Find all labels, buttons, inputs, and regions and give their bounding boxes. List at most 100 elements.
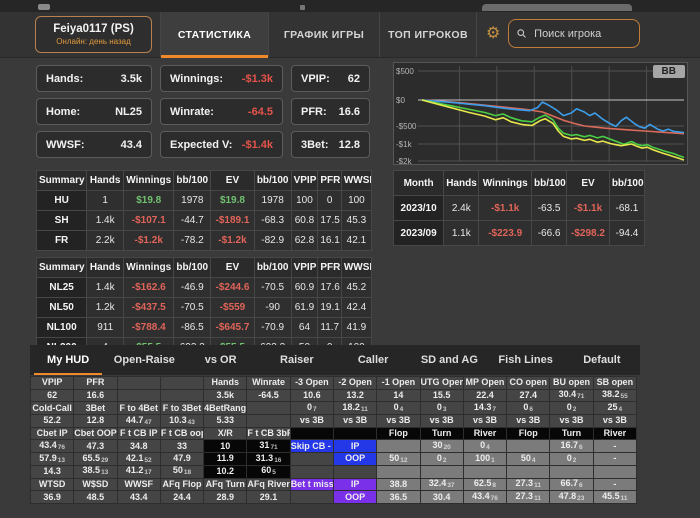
hud-cell: CO open (506, 376, 551, 390)
hud-cell: 48.5 (73, 490, 118, 504)
y-axis-tick-label: -$2k (396, 157, 413, 164)
hud-tab-my-hud[interactable]: My HUD (30, 345, 106, 375)
hud-cell: 45.511 (592, 490, 638, 504)
table-cell: -$298.2 (566, 220, 610, 246)
hud-cell: 27.311 (506, 477, 551, 492)
hud-cell: OOP (332, 452, 378, 466)
header-bar: Feiya0117 (PS) Онлайн: день назад СТАТИС… (0, 12, 700, 58)
hud-cell: Skip CB - F (289, 439, 334, 454)
hud-cell: 28.9 (203, 490, 248, 504)
hud-cell-empty (289, 464, 334, 479)
hud-cell: 605 (246, 464, 291, 479)
hud-cell-empty (506, 464, 551, 479)
hud-cell: 27.4 (506, 388, 551, 403)
stat-box-3bet: 3Bet: 12.8 (291, 131, 370, 158)
hud-cell: 47.3 (73, 439, 118, 454)
hud-cell-empty (462, 464, 508, 479)
table-cell: -86.5 (173, 317, 212, 338)
table-cell: -70.5 (173, 297, 212, 318)
search-box[interactable] (508, 19, 640, 48)
hud-tab-open-raise[interactable]: Open-Raise (106, 345, 182, 375)
hud-cell: 02 (549, 401, 594, 416)
hud-tab-caller[interactable]: Caller (335, 345, 411, 375)
month-row: 2023/10 2.4k -$1.1k -63.5 -$1.1k -68.1 (392, 195, 646, 221)
y-axis-tick-label: -$500 (396, 122, 417, 131)
stat-value: 3.5k (120, 72, 142, 85)
hud-cell-empty (116, 388, 161, 403)
hud-tab-fish-lines[interactable]: Fish Lines (488, 345, 564, 375)
hud-cell-empty (332, 426, 378, 441)
hud-cell: 42.152 (116, 452, 161, 466)
hud-cell: vs 3B (549, 414, 594, 428)
column-header: bb/100 (608, 170, 646, 196)
hud-cell: 10.2 (203, 464, 248, 479)
table-cell: 42.4 (340, 297, 373, 318)
hud-cell: IP (332, 477, 378, 492)
tab-game-graph[interactable]: ГРАФИК ИГРЫ (269, 12, 380, 57)
hud-row: 57.913 65.529 42.152 47.9 11.9 31.316 OOP 5012 0… (29, 452, 638, 466)
hud-tab-default[interactable]: Default (564, 345, 640, 375)
hud-cell-empty (419, 464, 464, 479)
row-label: SH (35, 210, 88, 231)
hud-row: 14.3 38.513 41.217 5018 10.2 605 (29, 464, 638, 479)
hud-cell: River (592, 426, 638, 441)
table-cell: 45.2 (340, 277, 373, 298)
month-row: 2023/09 1.1k -$223.9 -66.6 -$298.2 -94.4 (392, 220, 646, 246)
hud-cell: 38.8 (376, 477, 421, 492)
bb-toggle-button[interactable]: BB (652, 65, 685, 78)
table-cell: -$1.2k (210, 230, 255, 251)
stat-label: Winnings: (170, 72, 224, 85)
hud-row: 36.9 48.5 43.4 24.4 28.9 29.1 OOP 36.5 30.4 43.47… (29, 490, 638, 504)
column-header: Summary (35, 170, 88, 191)
hud-cell: W$SD (73, 477, 118, 492)
stat-label: Expected V: (170, 138, 233, 151)
table-cell: -66.6 (531, 220, 568, 246)
hud-cell-empty (289, 490, 334, 504)
table-cell: 1.2k (86, 297, 125, 318)
hud-cell: WWSF (116, 477, 161, 492)
hud-row: 62 16.6 3.5k -64.5 10.6 13.2 14 15.5 22.4 27.4 30.… (29, 388, 638, 403)
hud-tab-raiser[interactable]: Raiser (259, 345, 335, 375)
hud-cell: 62.58 (462, 477, 508, 492)
table-cell: -$1.1k (478, 195, 533, 221)
hud-row: Cbet IP Cbet OOP F t CB IP F t CB oop X/R F t… (29, 426, 638, 441)
hud-cell: River (462, 426, 508, 441)
stat-box-expectedv: Expected V: -$1.4k (160, 131, 283, 158)
table-cell: $19.8 (210, 190, 255, 211)
column-header: Hands (86, 257, 125, 278)
hud-cell: 13.2 (332, 388, 378, 403)
hud-cell-empty (116, 376, 161, 390)
data-table: Month Hands Winnings bb/100 EV bb/100 2023/10 2… (392, 170, 646, 246)
player-card[interactable]: Feiya0117 (PS) Онлайн: день назад (35, 16, 152, 53)
hud-tab-sd-and-ag[interactable]: SD and AG (411, 345, 487, 375)
table-cell: 2.4k (443, 195, 480, 221)
column-header: PFR (317, 257, 342, 278)
tab-top-players[interactable]: ТОП ИГРОКОВ (380, 12, 477, 57)
hud-cell: 38.513 (73, 464, 118, 479)
hud-cell: Turn (549, 426, 594, 441)
winnings-chart-panel: $500 $0 -$500 -$1k -$2k BB (393, 62, 688, 166)
hud-cell: 52.2 (29, 414, 75, 428)
hud-cell: Cold-Call (29, 401, 75, 416)
table-cell: 1978 (173, 190, 212, 211)
column-header: WWSF (340, 170, 373, 191)
hud-cell: 43.476 (462, 490, 508, 504)
hud-cell: F to 3Bet (159, 401, 205, 416)
search-input[interactable] (532, 26, 631, 41)
hud-cell: 14 (376, 388, 421, 403)
hud-cell: 31.316 (246, 452, 291, 466)
column-header: bb/100 (253, 257, 292, 278)
summary-row: NL25 1.4k -$162.6 -46.9 -$244.6 -70.5 60.9 17.6… (35, 277, 373, 298)
tab-statistics[interactable]: СТАТИСТИКА (160, 12, 269, 58)
y-axis-tick-label: $0 (396, 96, 405, 105)
hud-cell: 47.9 (159, 452, 205, 466)
summary-row: FR 2.2k -$1.2k -78.2 -$1.2k -82.9 62.8 16.1 42.1 (35, 230, 373, 251)
settings-gear-icon[interactable]: ⚙ (486, 23, 500, 43)
hud-cell: vs 3B (376, 414, 421, 428)
hud-cell: 66.76 (549, 477, 594, 492)
stat-value: NL25 (115, 105, 142, 118)
hud-cell-empty (332, 464, 378, 479)
hud-tab-vs-or[interactable]: vs OR (183, 345, 259, 375)
column-header: Winnings (123, 170, 175, 191)
table-cell: 45.3 (340, 210, 373, 231)
